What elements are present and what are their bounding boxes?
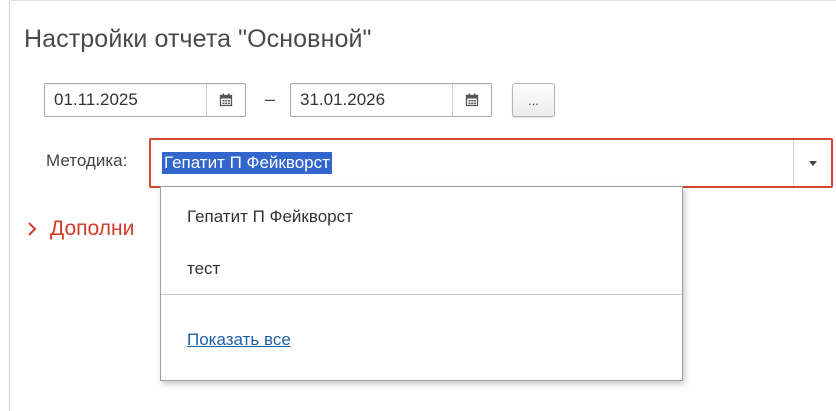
calendar-icon bbox=[219, 93, 233, 107]
method-dropdown-button[interactable] bbox=[793, 140, 831, 186]
dropdown-item[interactable]: Гепатит П Фейкворст bbox=[187, 207, 353, 227]
period-separator: – bbox=[265, 89, 276, 109]
additional-section-header[interactable]: Дополни bbox=[27, 210, 158, 250]
select-period-button[interactable]: ... bbox=[512, 83, 555, 117]
end-date-input[interactable] bbox=[291, 84, 453, 116]
show-all-link[interactable]: Показать все bbox=[187, 330, 291, 350]
chevron-right-icon bbox=[28, 222, 37, 236]
additional-section-label: Дополни bbox=[50, 217, 135, 240]
form-title: Настройки отчета "Основной" bbox=[24, 25, 372, 53]
end-date-field[interactable] bbox=[290, 83, 492, 117]
triangle-down-icon bbox=[808, 160, 817, 166]
method-combobox[interactable]: Гепатит П Фейкворст bbox=[149, 138, 833, 188]
dropdown-item[interactable]: тест bbox=[187, 259, 220, 279]
method-dropdown-list: Гепатит П Фейкворст тест Показать все bbox=[160, 186, 683, 381]
start-date-field[interactable] bbox=[44, 83, 246, 117]
end-date-calendar-button[interactable] bbox=[452, 84, 491, 116]
start-date-calendar-button[interactable] bbox=[206, 84, 245, 116]
dropdown-divider bbox=[161, 294, 682, 295]
start-date-input[interactable] bbox=[45, 84, 207, 116]
method-selected-value[interactable]: Гепатит П Фейкворст bbox=[162, 152, 332, 174]
method-label: Методика: bbox=[46, 151, 128, 170]
calendar-icon bbox=[465, 93, 479, 107]
